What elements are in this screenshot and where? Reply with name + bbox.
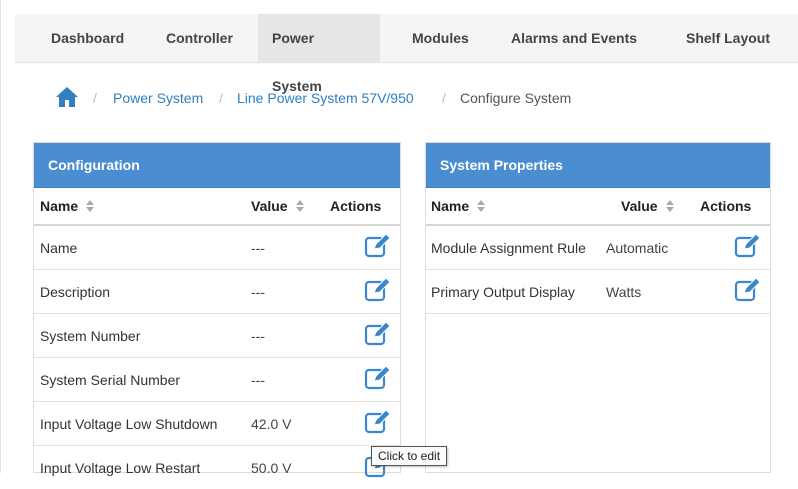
row-name: Input Voltage Low Shutdown bbox=[40, 416, 218, 432]
table-row: Name --- bbox=[34, 226, 400, 270]
table-row: Input Voltage Low Shutdown 42.0 V bbox=[34, 402, 400, 446]
row-name: System Number bbox=[40, 328, 141, 344]
row-value: --- bbox=[251, 240, 265, 256]
row-name: Module Assignment Rule bbox=[431, 240, 586, 256]
column-header-name[interactable]: Name bbox=[431, 198, 486, 214]
top-nav: Dashboard Controller Power System Module… bbox=[15, 14, 798, 94]
row-value: 42.0 V bbox=[251, 416, 292, 432]
row-value: Automatic bbox=[606, 240, 669, 256]
row-name: Description bbox=[40, 284, 111, 300]
edit-icon[interactable] bbox=[364, 232, 392, 258]
breadcrumb-power-system[interactable]: Power System bbox=[113, 90, 203, 106]
table-row: System Number --- bbox=[34, 314, 400, 358]
row-name: Name bbox=[40, 240, 78, 256]
table-row: Input Voltage Low Restart 50.0 V bbox=[34, 446, 400, 489]
column-header-value[interactable]: Value bbox=[621, 198, 674, 214]
tab-controller[interactable]: Controller bbox=[152, 14, 247, 62]
edit-icon[interactable] bbox=[364, 276, 392, 302]
edit-icon[interactable] bbox=[364, 320, 392, 346]
sort-icon[interactable] bbox=[477, 200, 486, 212]
panel-title: System Properties bbox=[426, 143, 770, 188]
column-header-actions: Actions bbox=[330, 198, 382, 214]
grid-header: Name Value Actions bbox=[426, 188, 770, 226]
breadcrumb-separator: / bbox=[93, 90, 97, 106]
system-properties-panel: System Properties Name Value Actions Mod… bbox=[425, 142, 771, 473]
row-value: --- bbox=[251, 284, 265, 300]
column-header-value[interactable]: Value bbox=[251, 198, 304, 214]
tab-power-system[interactable]: Power System bbox=[258, 14, 380, 94]
edit-tooltip: Click to edit bbox=[371, 446, 448, 466]
breadcrumb-separator: / bbox=[442, 90, 446, 106]
edit-icon[interactable] bbox=[364, 364, 392, 390]
row-value: 50.0 V bbox=[251, 460, 292, 476]
row-value: --- bbox=[251, 328, 265, 344]
sort-icon[interactable] bbox=[665, 200, 674, 212]
tab-alarms-and-events[interactable]: Alarms and Events bbox=[497, 14, 651, 62]
page: Dashboard Controller Power System Module… bbox=[0, 0, 798, 478]
tab-modules[interactable]: Modules bbox=[398, 14, 483, 62]
tab-shelf-layout[interactable]: Shelf Layout bbox=[672, 14, 784, 62]
table-row: Module Assignment Rule Automatic bbox=[426, 226, 770, 270]
row-name: Primary Output Display bbox=[431, 284, 575, 300]
configuration-panel: Configuration Name Value Actions Name --… bbox=[33, 142, 401, 478]
breadcrumb-configure-system: Configure System bbox=[460, 90, 572, 106]
grid-header: Name Value Actions bbox=[34, 188, 400, 226]
sort-icon[interactable] bbox=[86, 200, 95, 212]
column-header-actions: Actions bbox=[700, 198, 752, 214]
breadcrumb-separator: / bbox=[219, 90, 223, 106]
tab-dashboard[interactable]: Dashboard bbox=[37, 14, 138, 62]
table-row: Primary Output Display Watts bbox=[426, 270, 770, 314]
edit-icon[interactable] bbox=[364, 408, 392, 434]
home-icon[interactable] bbox=[55, 86, 79, 108]
breadcrumb-line-power-system[interactable]: Line Power System 57V/950 bbox=[237, 90, 414, 106]
edit-icon[interactable] bbox=[734, 276, 762, 302]
row-value: Watts bbox=[606, 284, 642, 300]
edit-icon[interactable] bbox=[734, 232, 762, 258]
row-value: --- bbox=[251, 372, 265, 388]
table-row: System Serial Number --- bbox=[34, 358, 400, 402]
row-name: System Serial Number bbox=[40, 372, 181, 388]
panel-title: Configuration bbox=[34, 143, 400, 188]
sort-icon[interactable] bbox=[295, 200, 304, 212]
table-row: Description --- bbox=[34, 270, 400, 314]
column-header-name[interactable]: Name bbox=[40, 198, 95, 214]
row-name: Input Voltage Low Restart bbox=[40, 460, 201, 476]
